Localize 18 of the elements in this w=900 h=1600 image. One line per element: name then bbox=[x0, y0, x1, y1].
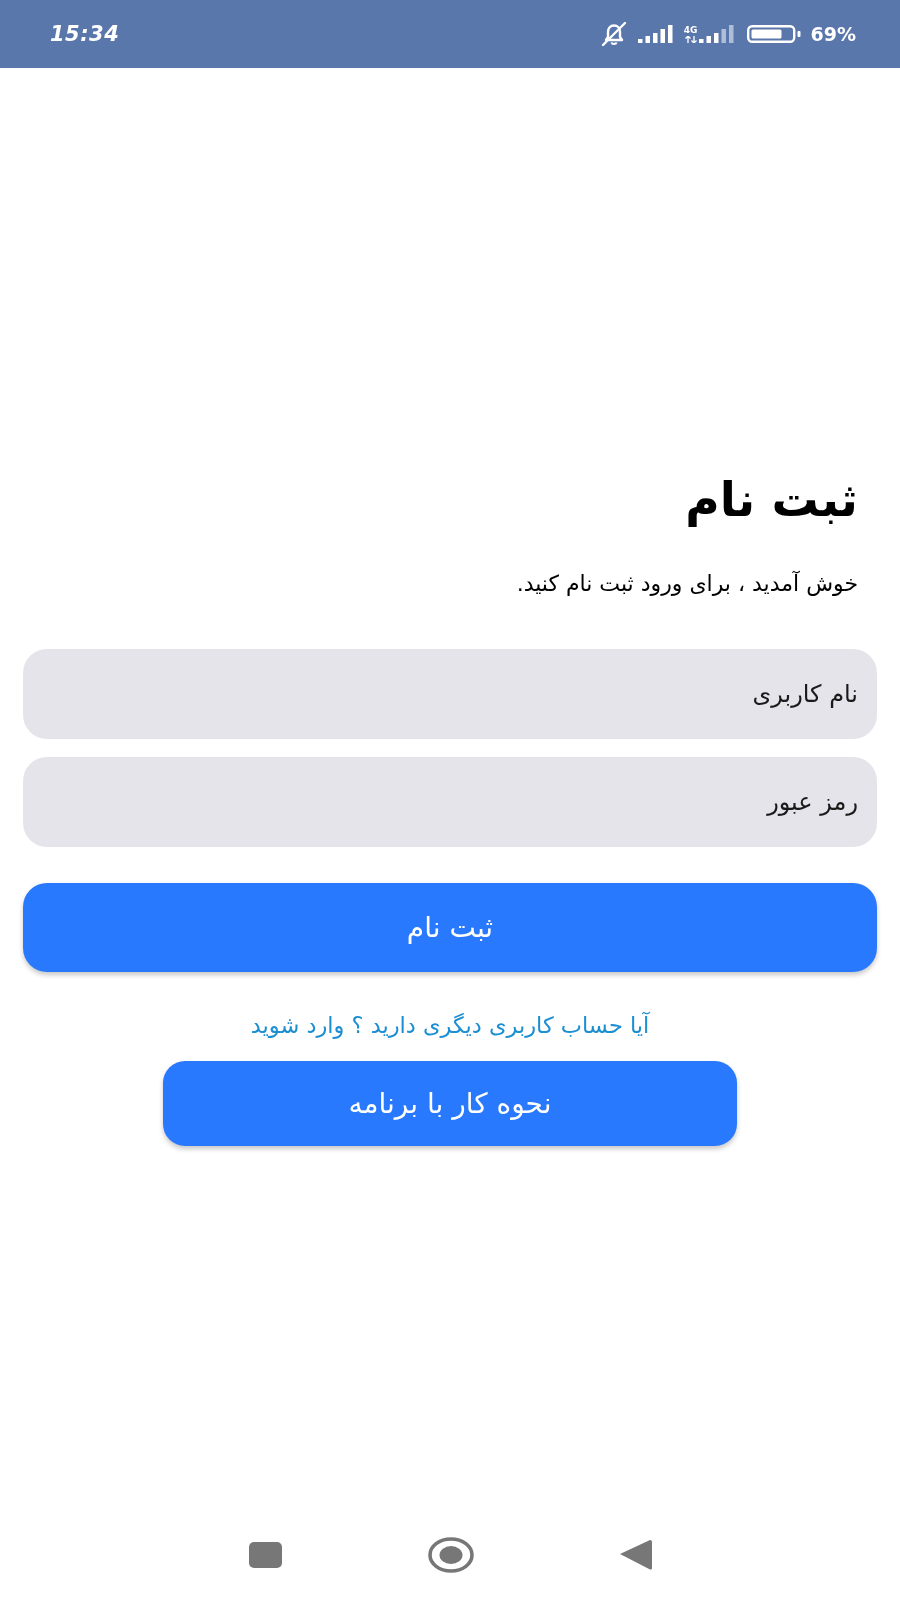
register-button[interactable]: ثبت نام bbox=[23, 883, 877, 972]
status-time: 15:34 bbox=[50, 22, 120, 46]
battery-icon bbox=[746, 25, 801, 43]
page-title: ثبت نام bbox=[685, 471, 858, 529]
bell-off-icon bbox=[599, 21, 628, 47]
network-type: 4G bbox=[683, 26, 698, 35]
mobile-signal-icon bbox=[698, 25, 735, 43]
back-icon[interactable] bbox=[619, 1539, 652, 1570]
recents-icon[interactable] bbox=[248, 1541, 282, 1568]
password-field[interactable]: رمز عبور bbox=[23, 757, 877, 847]
battery-percent: 69% bbox=[810, 23, 856, 45]
username-field[interactable]: نام کاربری bbox=[23, 649, 877, 739]
how-to-use-button[interactable]: نحوه کار با برنامه bbox=[163, 1061, 737, 1146]
home-icon[interactable] bbox=[427, 1536, 474, 1573]
login-link[interactable]: آیا حساب کاربری دیگری دارید ؟ وارد شوید bbox=[250, 1010, 650, 1040]
data-arrows-icon bbox=[684, 36, 697, 43]
signal-icon bbox=[637, 25, 674, 43]
welcome-text: خوش آمدید ، برای ورود ثبت نام کنید. bbox=[516, 569, 858, 598]
